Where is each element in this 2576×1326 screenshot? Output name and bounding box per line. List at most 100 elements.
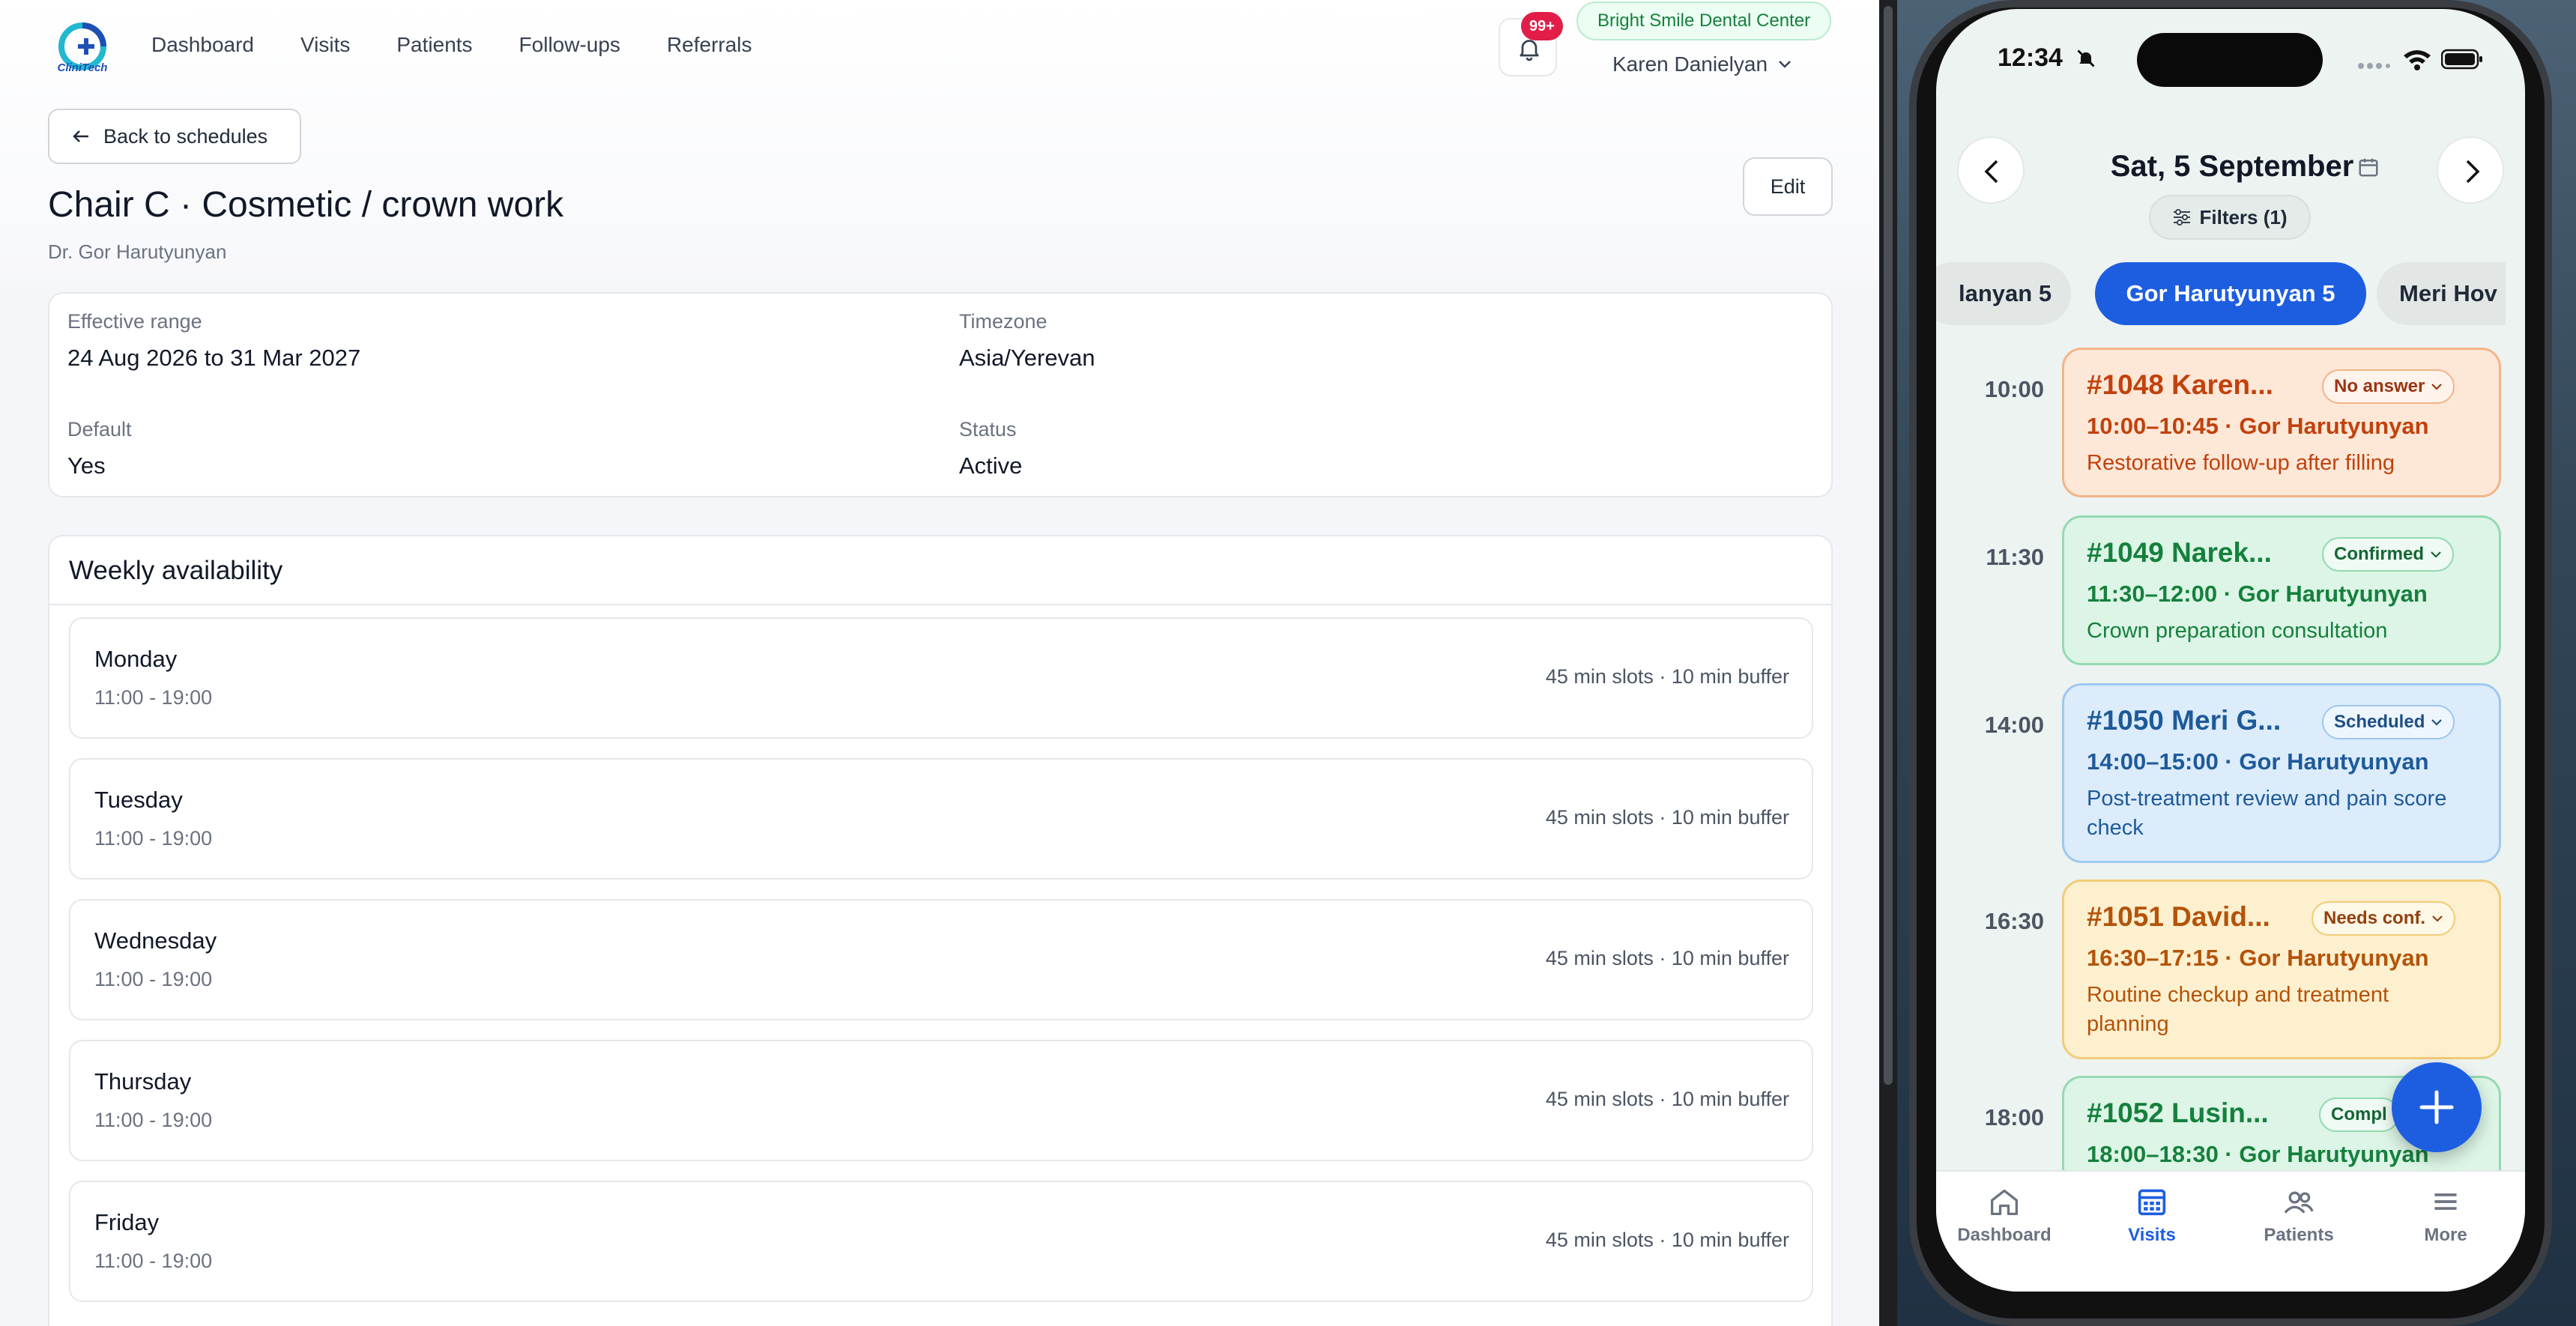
day-row-wednesday[interactable]: Wednesday 11:00 - 19:00 45 min slots · 1…	[69, 899, 1813, 1020]
back-to-schedules-button[interactable]: Back to schedules	[48, 109, 301, 164]
doctor-name: Dr. Gor Harutyunyan	[48, 240, 227, 263]
appointment-title: #1052 Lusin...	[2087, 1098, 2269, 1128]
nav-follow-ups[interactable]: Follow-ups	[519, 33, 620, 57]
day-row-friday[interactable]: Friday 11:00 - 19:00 45 min slots · 10 m…	[69, 1181, 1813, 1302]
status-badge-confirmed[interactable]: Confirmed	[2322, 537, 2454, 572]
status-bar-time: 12:34	[1998, 43, 2063, 72]
day-hours: 11:00 - 19:00	[94, 968, 213, 990]
appointment-card-1051[interactable]: #1051 David... Needs conf. 16:30–17:15 ·…	[2062, 880, 2501, 1059]
nav-visits[interactable]: Visits	[300, 33, 350, 57]
user-name: Karen Danielyan	[1612, 52, 1768, 76]
bottom-tab-bar: Dashboard Visits Patients More	[1936, 1170, 2525, 1292]
day-slot-meta: 45 min slots · 10 min buffer	[1545, 806, 1789, 829]
status-badge-completed[interactable]: Compl	[2319, 1098, 2399, 1132]
timezone-value: Asia/Yerevan	[959, 345, 1095, 371]
default-value: Yes	[67, 452, 106, 479]
calendar-icon[interactable]	[2357, 156, 2380, 178]
time-label: 11:30	[1986, 544, 2044, 570]
edit-button[interactable]: Edit	[1743, 157, 1833, 216]
add-visit-button[interactable]	[2392, 1062, 2482, 1152]
appointment-card-1050[interactable]: #1050 Meri G... Scheduled 14:00–15:00 · …	[2062, 683, 2501, 863]
schedule-info-card: Effective range 24 Aug 2026 to 31 Mar 20…	[48, 292, 1833, 497]
nav-dashboard[interactable]: Dashboard	[151, 33, 254, 57]
tab-label: Dashboard	[1957, 1225, 2052, 1245]
appointment-time-range: 18:00–18:30 · Gor Harutyunyan	[2087, 1141, 2429, 1167]
status-value: Active	[959, 452, 1023, 479]
status-label: Status	[959, 418, 1017, 441]
appointment-time-range: 14:00–15:00 · Gor Harutyunyan	[2087, 748, 2429, 775]
weekly-availability-title: Weekly availability	[69, 556, 283, 585]
logo-text: CliniTech	[57, 61, 108, 74]
day-row-tuesday[interactable]: Tuesday 11:00 - 19:00 45 min slots · 10 …	[69, 758, 1813, 880]
next-day-button[interactable]	[2437, 136, 2504, 204]
day-hours: 11:00 - 19:00	[94, 686, 213, 709]
back-label: Back to schedules	[103, 124, 268, 148]
tab-patients[interactable]: Patients	[2231, 1187, 2366, 1246]
day-slot-meta: 45 min slots · 10 min buffer	[1545, 665, 1789, 688]
day-row-thursday[interactable]: Thursday 11:00 - 19:00 45 min slots · 10…	[69, 1040, 1813, 1161]
day-slot-meta: 45 min slots · 10 min buffer	[1545, 947, 1789, 969]
time-label: 14:00	[1984, 712, 2044, 738]
appointment-title: #1050 Meri G...	[2087, 705, 2282, 736]
previous-day-button[interactable]	[1957, 136, 2025, 204]
day-name: Monday	[94, 646, 178, 672]
filters-button[interactable]: Filters (1)	[2149, 195, 2311, 240]
appointment-card-1048[interactable]: #1048 Karen... No answer 10:00–10:45 · G…	[2062, 348, 2501, 497]
chevron-down-icon	[1779, 61, 1791, 68]
status-badge-label: No answer	[2334, 376, 2425, 396]
date-title[interactable]: Sat, 5 September	[2082, 150, 2382, 184]
chevron-right-icon	[2466, 160, 2480, 184]
clinic-badge[interactable]: Bright Smile Dental Center	[1576, 1, 1831, 40]
user-menu[interactable]: Karen Danielyan	[1612, 52, 1792, 76]
appointment-title: #1051 David...	[2087, 901, 2270, 932]
day-slot-meta: 45 min slots · 10 min buffer	[1545, 1229, 1789, 1251]
tab-label: Visits	[2128, 1225, 2176, 1245]
nav-referrals[interactable]: Referrals	[667, 33, 752, 57]
main-nav: Dashboard Visits Patients Follow-ups Ref…	[151, 33, 799, 57]
day-name: Thursday	[94, 1068, 192, 1095]
status-badge-label: Scheduled	[2334, 712, 2425, 732]
doctor-chip-next[interactable]: Meri Hov	[2377, 262, 2525, 325]
appointment-title: #1049 Narek...	[2087, 537, 2272, 568]
status-badge-label: Compl	[2331, 1104, 2387, 1124]
status-badge-scheduled[interactable]: Scheduled	[2322, 705, 2455, 739]
nav-patients[interactable]: Patients	[396, 33, 472, 57]
divider	[49, 604, 1831, 605]
effective-range-label: Effective range	[67, 310, 202, 333]
chevron-down-icon	[2432, 915, 2443, 922]
bell-slash-icon	[2077, 49, 2095, 67]
battery-icon	[2441, 49, 2482, 70]
weekly-availability-card: Weekly availability Monday 11:00 - 19:00…	[48, 535, 1833, 1326]
status-badge-no-answer[interactable]: No answer	[2322, 369, 2455, 404]
appointment-time-range: 16:30–17:15 · Gor Harutyunyan	[2087, 945, 2429, 971]
doctor-chip-selected[interactable]: Gor Harutyunyan 5	[2095, 262, 2366, 325]
tab-label: Patients	[2264, 1225, 2334, 1245]
day-hours: 11:00 - 19:00	[94, 1250, 213, 1272]
dynamic-island	[2137, 33, 2323, 87]
day-name: Friday	[94, 1209, 160, 1235]
day-name: Tuesday	[94, 787, 183, 813]
tab-visits[interactable]: Visits	[2084, 1187, 2219, 1246]
chevron-down-icon	[2431, 551, 2441, 558]
status-badge-needs-confirmation[interactable]: Needs conf.	[2312, 901, 2456, 936]
home-icon	[1991, 1189, 2018, 1215]
appointment-description: Post-treatment review and pain score che…	[2087, 787, 2447, 840]
timezone-label: Timezone	[959, 310, 1047, 333]
day-row-monday[interactable]: Monday 11:00 - 19:00 45 min slots · 10 m…	[69, 617, 1813, 739]
appointment-card-1049[interactable]: #1049 Narek... Confirmed 11:30–12:00 · G…	[2062, 515, 2501, 665]
effective-range-value: 24 Aug 2026 to 31 Mar 2027	[67, 345, 361, 371]
web-scrollbar-thumb[interactable]	[1884, 6, 1893, 1085]
doctor-chip-previous[interactable]: lanyan 5	[1936, 262, 2071, 325]
appointment-description: Crown preparation consultation	[2087, 619, 2388, 643]
chip-scroll-fade	[2506, 256, 2525, 331]
sliders-icon	[2174, 209, 2191, 225]
appointment-time-range: 11:30–12:00 · Gor Harutyunyan	[2087, 581, 2428, 607]
day-slot-meta: 45 min slots · 10 min buffer	[1545, 1088, 1789, 1110]
appointment-title: #1048 Karen...	[2087, 369, 2273, 400]
web-app: CliniTech Dashboard Visits Patients Foll…	[0, 0, 1879, 1326]
tab-more[interactable]: More	[2378, 1187, 2513, 1246]
appointment-description: Restorative follow-up after filling	[2087, 451, 2395, 475]
status-badge-label: Needs conf.	[2323, 908, 2426, 928]
arrow-left-icon	[73, 130, 88, 142]
tab-dashboard[interactable]: Dashboard	[1937, 1187, 2072, 1246]
